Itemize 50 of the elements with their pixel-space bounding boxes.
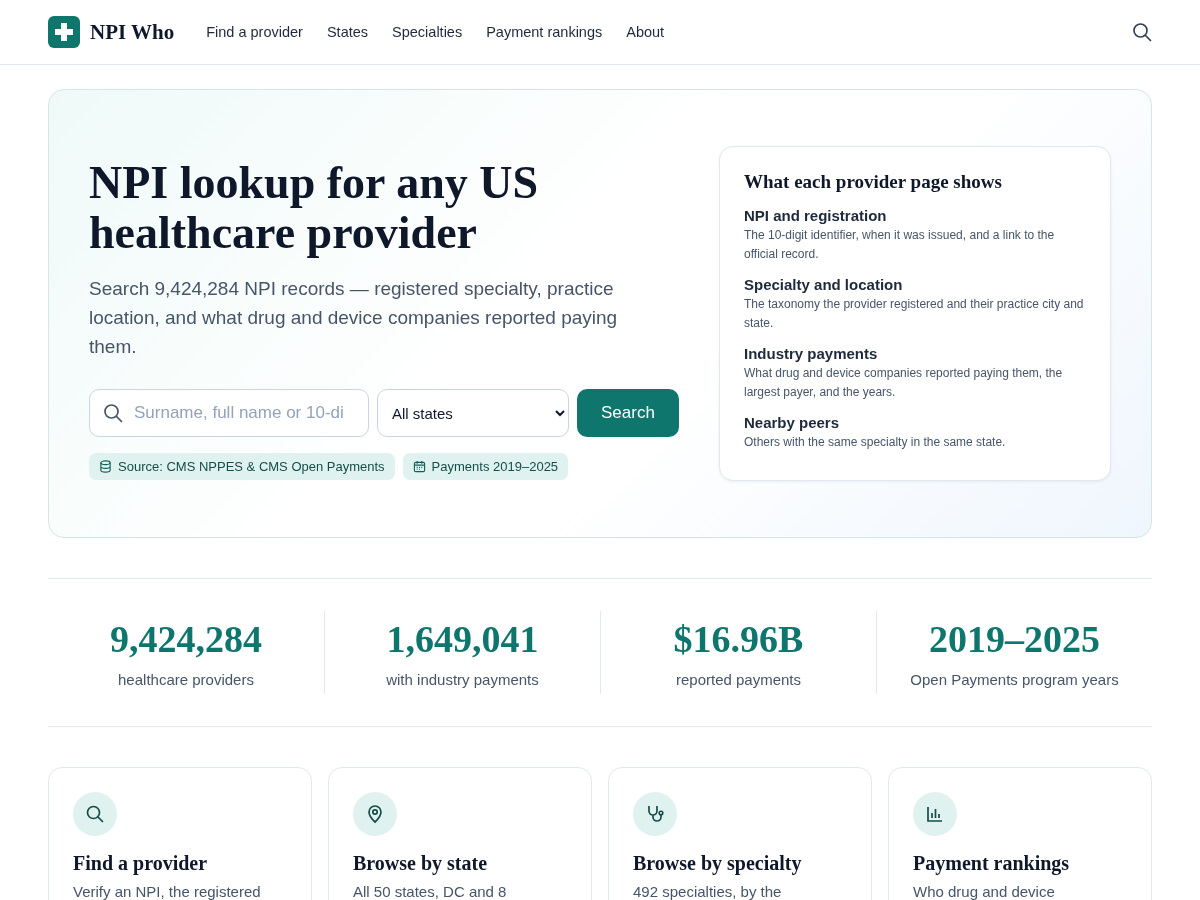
search-field[interactable]: Surname, full name or 10-di: [89, 389, 369, 437]
stethoscope-icon: [645, 804, 665, 824]
hero-subtitle: Search 9,424,284 NPI records — registered specialty, practice location, and what drug and device companies reported paying them.: [89, 277, 619, 359]
info-heading: Nearby peers: [744, 414, 841, 431]
card-text: Who drug and device: [913, 883, 1056, 900]
stat-label: with industry payments: [385, 671, 540, 688]
calendar-icon: [412, 460, 426, 473]
info-heading: Industry payments: [744, 345, 879, 362]
nav-link[interactable]: States: [326, 24, 369, 40]
card-text: All 50 states, DC and 8: [353, 883, 508, 900]
database-icon: [99, 460, 112, 473]
card-text: Verify an NPI, the registered: [73, 883, 262, 900]
map-pin-icon: [365, 804, 385, 824]
search-icon[interactable]: [1132, 22, 1152, 42]
nav-link[interactable]: About: [626, 24, 665, 40]
nav-link[interactable]: Specialties: [392, 24, 463, 40]
card-title: Browse by specialty: [633, 852, 803, 875]
state-select[interactable]: All states: [377, 389, 569, 437]
nav-link[interactable]: Find a provider: [206, 24, 303, 40]
search-icon: [85, 804, 105, 824]
info-text: The taxonomy the provider registered and their practice city and state.: [744, 296, 1085, 332]
stat-label: healthcare providers: [117, 671, 255, 688]
feature-card[interactable]: Browse by specialty 492 specialties, by the: [608, 767, 872, 900]
stat-value: 2019–2025: [928, 617, 1101, 661]
hero-title: NPI lookup for any US healthcare provider: [89, 158, 540, 258]
card-title: Find a provider: [73, 852, 209, 875]
info-text: Others with the same specialty in the same state.: [744, 434, 1007, 451]
stat-value: 1,649,041: [385, 617, 540, 661]
info-heading: Specialty and location: [744, 276, 904, 293]
bar-chart-icon: [925, 804, 945, 824]
nav-link[interactable]: Payment rankings: [486, 24, 603, 40]
stat-label: reported payments: [674, 671, 803, 688]
stat-value: 9,424,284: [109, 617, 263, 661]
info-heading: NPI and registration: [744, 207, 888, 224]
card-title: Payment rankings: [913, 852, 1071, 875]
feature-card[interactable]: Payment rankings Who drug and device: [888, 767, 1152, 900]
card-text: 492 specialties, by the: [633, 883, 783, 900]
info-text: What drug and device companies reported paying them, the largest payer, and the years.: [744, 365, 1064, 401]
info-card-title: What each provider page shows: [744, 171, 1003, 193]
stat-label: Open Payments program years: [909, 671, 1120, 688]
info-tag: Source: CMS NPPES & CMS Open Payments: [89, 453, 395, 480]
feature-card[interactable]: Browse by state All 50 states, DC and 8: [328, 767, 592, 900]
feature-card[interactable]: Find a provider Verify an NPI, the registered: [48, 767, 312, 900]
site-name[interactable]: NPI Who: [90, 19, 175, 45]
card-title: Browse by state: [353, 852, 489, 875]
search-button[interactable]: Search: [577, 389, 679, 437]
logo-icon: [48, 16, 80, 48]
info-text: The 10-digit identifier, when it was issued, and a link to the official record.: [744, 227, 1056, 263]
info-tag: Payments 2019–2025: [402, 453, 569, 480]
stat-value: $16.96B: [672, 617, 805, 661]
